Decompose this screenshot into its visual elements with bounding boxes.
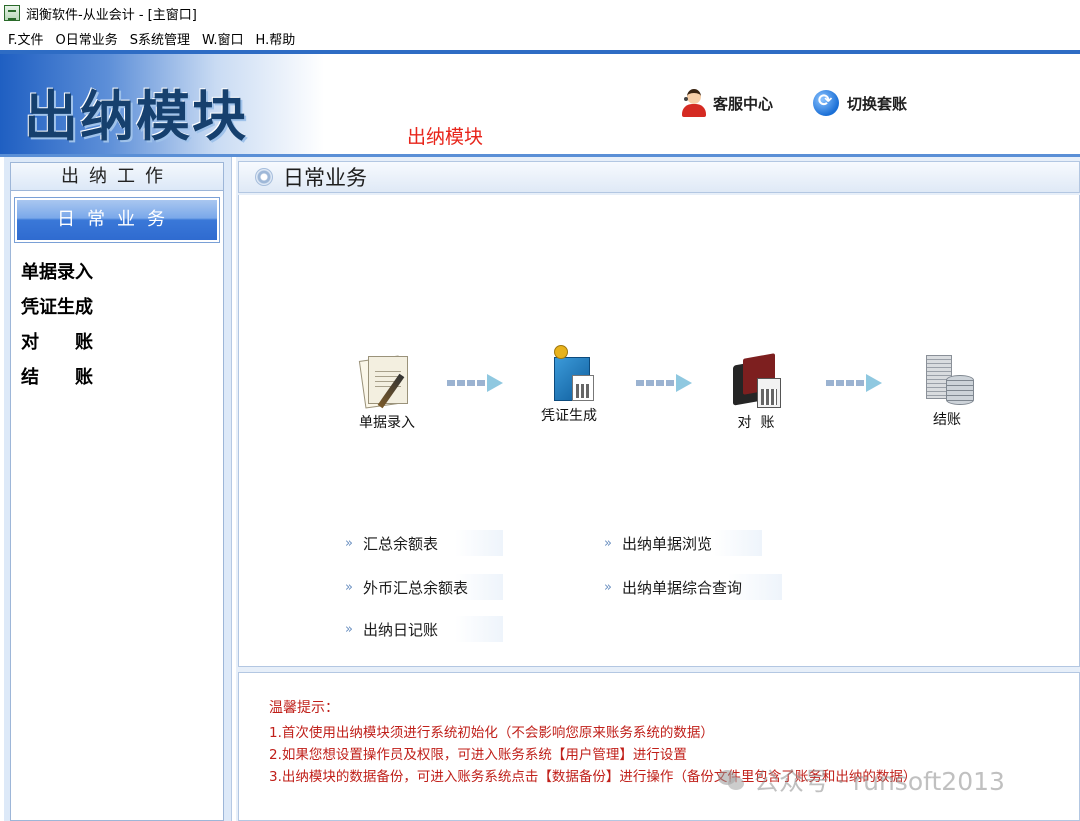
window-titlebar: 润衡软件-从业会计 - [主窗口] [0,0,1080,26]
customer-service-button[interactable]: 客服中心 [680,86,773,120]
sidebar-item-reconciliation[interactable]: 对 账 [11,325,223,360]
menu-daily-business[interactable]: O日常业务 [52,27,126,50]
app-icon [4,5,20,21]
sidebar-panel: 出纳工作 日常业务 单据录入 凭证生成 对 账 结 账 [10,162,224,821]
workflow-node-label: 结账 [933,412,961,428]
flow-arrow-icon [636,374,692,392]
workflow-node-voucher-generation[interactable]: 凭证生成 [514,345,624,425]
books-calculator-icon [721,352,791,410]
workflow-node-label: 对 账 [737,415,775,431]
menu-bar: F.文件 O日常业务 S系统管理 W.窗口 H.帮助 [0,26,1080,50]
sidebar-tab-daily-business[interactable]: 日常业务 [14,197,220,243]
sidebar-tab-label: 日常业务 [17,200,217,240]
sidebar-header: 出纳工作 [11,163,223,191]
report-link-document-query[interactable]: » 出纳单据综合查询 [602,574,782,600]
report-link-label: 出纳单据浏览 [621,534,712,553]
sidebar-list: 单据录入 凭证生成 对 账 结 账 [11,243,223,395]
watermark: 公众号 · runsoft2013 [718,762,1005,798]
chevron-right-icon: » [345,621,353,637]
report-link-label: 出纳单据综合查询 [621,578,742,597]
menu-file[interactable]: F.文件 [4,27,52,50]
watermark-text: 公众号 · runsoft2013 [754,767,1005,796]
tips-title: 温馨提示： [269,700,339,716]
module-banner: 出纳模块 出纳模块 客服中心 切换套账 [0,54,1080,154]
main-header: 日常业务 [238,161,1080,193]
documents-pen-icon [352,352,422,410]
report-link-label: 外币汇总余额表 [362,578,468,597]
switch-account-set-label: 切换套账 [847,94,908,113]
menu-system-management[interactable]: S系统管理 [126,27,198,50]
switch-refresh-icon [813,90,839,116]
report-link-foreign-currency-balance[interactable]: » 外币汇总余额表 [343,574,503,600]
workflow-node-document-entry[interactable]: 单据录入 [332,352,442,432]
report-link-label: 出纳日记账 [362,620,438,639]
sidebar-item-voucher-generation[interactable]: 凭证生成 [11,290,223,325]
customer-service-icon [680,88,708,118]
chevron-right-icon: » [345,579,353,595]
report-link-summary-balance[interactable]: » 汇总余额表 [343,530,503,556]
report-link-document-browse[interactable]: » 出纳单据浏览 [602,530,762,556]
paper-coins-icon [912,349,982,407]
workflow-node-label: 单据录入 [359,415,415,431]
switch-account-set-button[interactable]: 切换套账 [813,86,907,120]
window-title: 润衡软件-从业会计 - [主窗口] [26,7,197,23]
sidebar-item-document-entry[interactable]: 单据录入 [11,255,223,290]
voucher-calculator-icon [534,345,604,403]
report-link-cash-journal[interactable]: » 出纳日记账 [343,616,503,642]
workflow-node-label: 凭证生成 [541,408,597,424]
tip-line: 2.如果您想设置操作员及权限，可进入账务系统【用户管理】进行设置 [269,747,687,763]
left-sidebar: 出纳工作 日常业务 单据录入 凭证生成 对 账 结 账 [4,157,232,821]
workflow-node-closing[interactable]: 结账 [892,349,1002,429]
tip-line: 1.首次使用出纳模块须进行系统初始化（不会影响您原来账务系统的数据） [269,725,714,741]
chevron-right-icon: » [345,535,353,551]
customer-service-label: 客服中心 [713,94,774,113]
menu-help[interactable]: H.帮助 [252,27,304,50]
chevron-right-icon: » [604,579,612,595]
workflow-area: 单据录入 凭证生成 对 账 结账 » 汇总余额表 » 出纳单据浏览 » 外币汇总… [238,195,1080,667]
sidebar-item-closing[interactable]: 结 账 [11,360,223,395]
flow-arrow-icon [826,374,882,392]
section-bullet-icon [255,168,273,186]
main-panel: 日常业务 单据录入 凭证生成 对 账 结账 » 汇总余额表 » 出纳单据浏览 »… [236,157,1080,821]
main-title: 日常业务 [283,166,367,190]
menu-window[interactable]: W.窗口 [198,27,252,50]
tips-area: 温馨提示： 1.首次使用出纳模块须进行系统初始化（不会影响您原来账务系统的数据）… [238,672,1080,821]
wechat-icon [718,768,746,792]
module-caption: 出纳模块 [407,126,484,148]
module-logo: 出纳模块 [24,84,248,148]
flow-arrow-icon [447,374,503,392]
chevron-right-icon: » [604,535,612,551]
workflow-node-reconciliation[interactable]: 对 账 [701,352,811,432]
report-link-label: 汇总余额表 [362,534,438,553]
